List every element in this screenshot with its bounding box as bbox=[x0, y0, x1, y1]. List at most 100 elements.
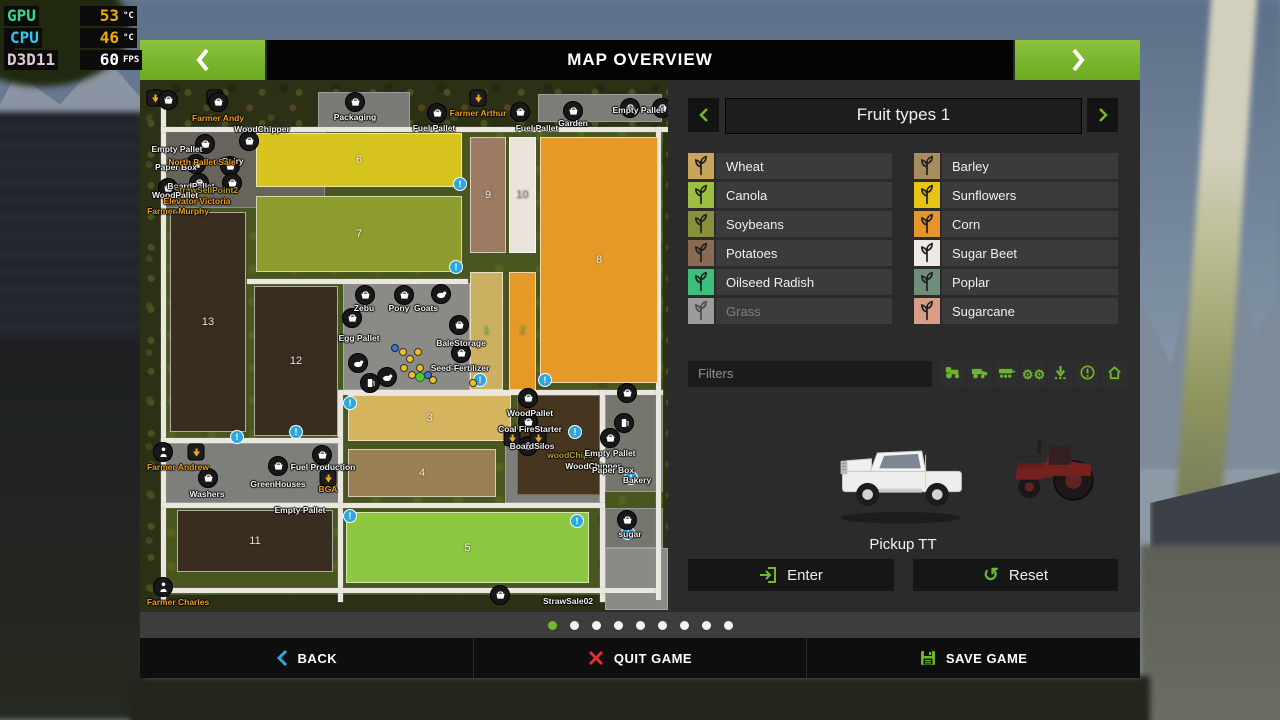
page-dot-1[interactable] bbox=[548, 621, 557, 630]
map-field-4[interactable]: 4 bbox=[348, 449, 496, 497]
grass-icon bbox=[688, 298, 714, 324]
fruit-types-next-button[interactable] bbox=[1087, 98, 1118, 132]
fruit-row-poplar[interactable]: Poplar bbox=[914, 269, 1118, 295]
map-road bbox=[338, 390, 343, 602]
sell-point-marker bbox=[510, 102, 530, 122]
fruit-label-bar: Corn bbox=[942, 211, 1118, 237]
back-button[interactable]: BACK bbox=[140, 638, 473, 678]
canola-icon bbox=[688, 182, 714, 208]
gpu-temp-unit: °C bbox=[120, 6, 137, 26]
fruit-column-right: Barley Sunflowers Corn Sugar Beet Poplar Suga… bbox=[914, 153, 1118, 327]
filter-warning-button[interactable] bbox=[1075, 361, 1100, 387]
map-field-2[interactable]: 2 bbox=[509, 272, 536, 390]
previous-page-button[interactable] bbox=[140, 40, 265, 80]
fps-unit: FPS bbox=[120, 50, 142, 70]
bale-dot-marker bbox=[416, 364, 424, 372]
sell-point-marker bbox=[617, 510, 637, 530]
map-label: Empty Pallet bbox=[151, 144, 202, 154]
map-field-8[interactable]: 8 bbox=[540, 137, 658, 383]
quit-game-button[interactable]: QUIT GAME bbox=[473, 638, 807, 678]
sunflowers-icon bbox=[914, 182, 940, 208]
page-dot-4[interactable] bbox=[614, 621, 623, 630]
filter-house-button[interactable] bbox=[1102, 361, 1127, 387]
filters-row: Filters ⚙⚙ bbox=[688, 361, 1118, 387]
tractor-icon bbox=[944, 365, 962, 384]
fruit-column-left: Wheat Canola Soybeans Potatoes Oilseed Radis… bbox=[688, 153, 892, 327]
map[interactable]: 67910812131234115Farmer AndyPackagingWoo… bbox=[140, 80, 668, 610]
fruit-label: Wheat bbox=[726, 159, 764, 174]
page-dot-3[interactable] bbox=[592, 621, 601, 630]
filter-trailer-button[interactable] bbox=[994, 361, 1019, 387]
map-label: Seed-Fertilizer bbox=[431, 363, 490, 373]
fruit-row-soybeans[interactable]: Soybeans bbox=[688, 211, 892, 237]
map-field-10[interactable]: 10 bbox=[509, 137, 536, 253]
page-dot-5[interactable] bbox=[636, 621, 645, 630]
api-label: D3D11 bbox=[4, 50, 58, 70]
filter-download-button[interactable] bbox=[1048, 361, 1073, 387]
info-marker: ! bbox=[343, 509, 357, 523]
page-dot-2[interactable] bbox=[570, 621, 579, 630]
info-marker: ! bbox=[568, 425, 582, 439]
back-label: BACK bbox=[298, 651, 338, 666]
tractor-image bbox=[1010, 428, 1102, 510]
fruit-row-corn[interactable]: Corn bbox=[914, 211, 1118, 237]
fruit-row-barley[interactable]: Barley bbox=[914, 153, 1118, 179]
page-dot-6[interactable] bbox=[658, 621, 667, 630]
map-label: Packaging bbox=[334, 112, 377, 122]
field-number: 13 bbox=[202, 316, 214, 328]
page-dot-7[interactable] bbox=[680, 621, 689, 630]
barley-icon bbox=[914, 153, 940, 179]
fruit-label-bar: Poplar bbox=[942, 269, 1118, 295]
fruit-row-sunflowers[interactable]: Sunflowers bbox=[914, 182, 1118, 208]
map-field-3[interactable]: 3 bbox=[348, 395, 511, 441]
page-dot-9[interactable] bbox=[724, 621, 733, 630]
sugarcane-icon bbox=[914, 298, 940, 324]
map-field-5[interactable]: 5 bbox=[346, 512, 589, 583]
map-label: Empty Pallet bbox=[584, 448, 635, 458]
fruit-row-sugar-beet[interactable]: Sugar Beet bbox=[914, 240, 1118, 266]
map-overview-dialog: MAP OVERVIEW 67910812131234115Farmer And… bbox=[140, 40, 1140, 678]
filter-harvester-button[interactable] bbox=[967, 361, 992, 387]
page-dot-8[interactable] bbox=[702, 621, 711, 630]
fruit-label: Grass bbox=[726, 304, 761, 319]
map-label: WoodChipper bbox=[234, 124, 290, 134]
save-game-button[interactable]: SAVE GAME bbox=[806, 638, 1140, 678]
fruit-label-bar: Sugar Beet bbox=[942, 240, 1118, 266]
map-label: Garden bbox=[558, 118, 588, 128]
fruit-row-sugarcane[interactable]: Sugarcane bbox=[914, 298, 1118, 324]
fruit-row-grass[interactable]: Grass bbox=[688, 298, 892, 324]
gears-icon: ⚙⚙ bbox=[1022, 366, 1045, 383]
map-field-11[interactable]: 11 bbox=[177, 510, 333, 572]
fruit-row-wheat[interactable]: Wheat bbox=[688, 153, 892, 179]
map-field-6[interactable]: 6 bbox=[256, 133, 462, 187]
map-field-9[interactable]: 9 bbox=[470, 137, 506, 253]
reset-vehicle-button[interactable]: ↺ Reset bbox=[913, 559, 1118, 591]
next-page-button[interactable] bbox=[1015, 40, 1140, 80]
enter-label: Enter bbox=[787, 567, 823, 584]
map-road bbox=[161, 438, 341, 443]
map-field-7[interactable]: 7 bbox=[256, 196, 462, 272]
ground-right bbox=[1140, 545, 1280, 720]
fruit-label: Oilseed Radish bbox=[726, 275, 814, 290]
sell-point-marker bbox=[427, 103, 447, 123]
filter-tractor-button[interactable] bbox=[940, 361, 965, 387]
map-field-12[interactable]: 12 bbox=[254, 286, 338, 436]
field-number: 10 bbox=[516, 189, 528, 201]
map-label: GreenHouses bbox=[250, 479, 305, 489]
fruit-types-prev-button[interactable] bbox=[688, 98, 719, 132]
sell-point-marker bbox=[239, 131, 259, 151]
fruit-row-canola[interactable]: Canola bbox=[688, 182, 892, 208]
map-field-13[interactable]: 13 bbox=[170, 212, 246, 432]
field-number: 12 bbox=[290, 355, 302, 367]
info-marker: ! bbox=[449, 260, 463, 274]
animal-marker bbox=[377, 367, 397, 387]
chevron-right-icon bbox=[1070, 48, 1086, 72]
map-label: Bakery bbox=[623, 475, 651, 485]
filter-gears-button[interactable]: ⚙⚙ bbox=[1021, 361, 1046, 387]
enter-vehicle-button[interactable]: Enter bbox=[688, 559, 894, 591]
fruit-row-potatoes[interactable]: Potatoes bbox=[688, 240, 892, 266]
trailer-icon bbox=[998, 365, 1016, 384]
fruit-row-oilseed-radish[interactable]: Oilseed Radish bbox=[688, 269, 892, 295]
map-label: BaleStorage bbox=[436, 338, 486, 348]
map-label: StrawSale02 bbox=[543, 596, 593, 606]
